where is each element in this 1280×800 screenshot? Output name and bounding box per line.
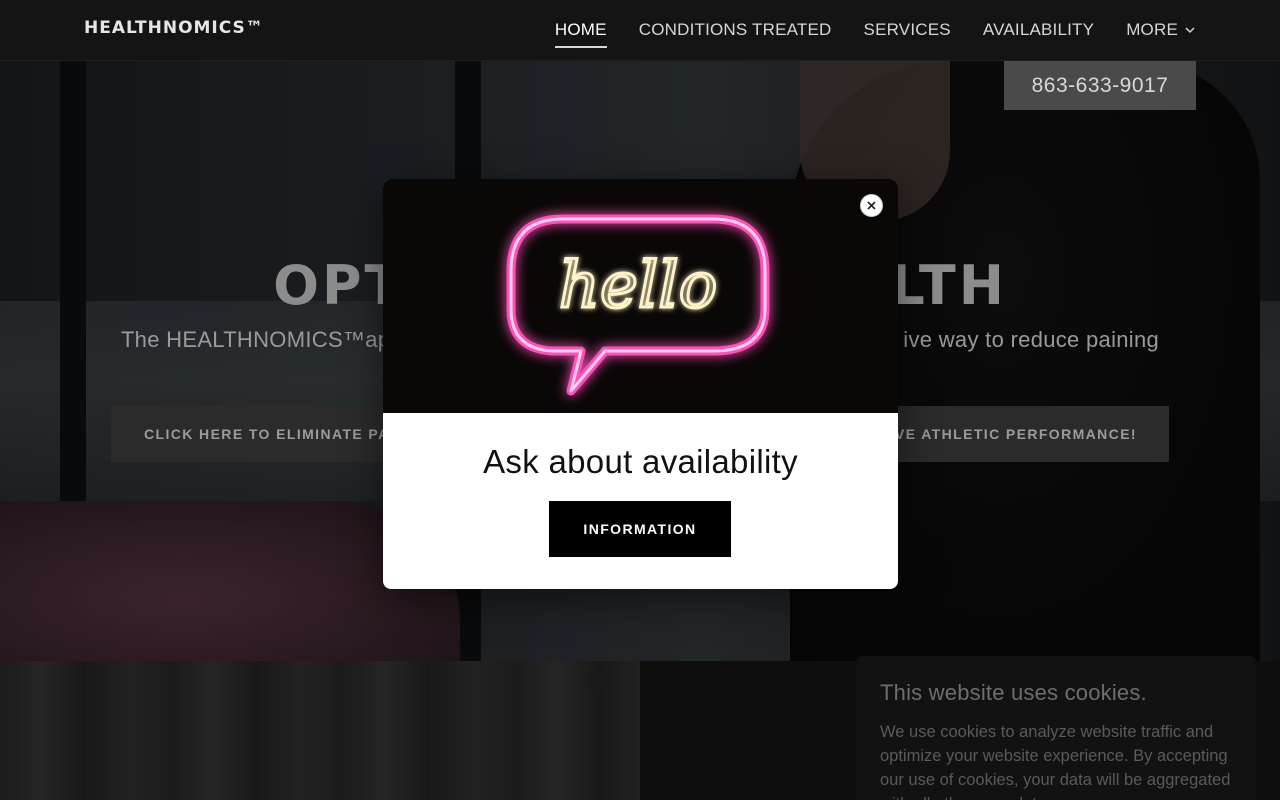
nav-item-more[interactable]: MORE <box>1126 20 1196 46</box>
availability-modal: hello Ask about availability INFORMATION <box>383 179 898 589</box>
cookie-banner-text: We use cookies to analyze website traffi… <box>880 723 1231 800</box>
nav-item-home[interactable]: HOME <box>554 20 607 48</box>
nav-item-services[interactable]: SERVICES <box>864 20 951 46</box>
modal-close-button[interactable] <box>860 194 883 217</box>
top-navigation-bar: HEALTHNOMICS™ HOME CONDITIONS TREATED SE… <box>0 0 1280 61</box>
main-nav: HOME CONDITIONS TREATED SERVICES AVAILAB… <box>554 20 1196 48</box>
curtain-ring <box>588 671 606 689</box>
information-button[interactable]: INFORMATION <box>549 501 731 557</box>
site-logo[interactable]: HEALTHNOMICS™ <box>84 18 264 38</box>
close-icon <box>867 201 876 210</box>
hero-subtitle-right: ive way to reduce paining <box>903 327 1160 352</box>
hello-neon-image: hello <box>383 179 898 413</box>
chevron-down-icon <box>1185 27 1195 34</box>
modal-heading: Ask about availability <box>483 443 798 480</box>
cookie-banner: This website uses cookies. We use cookie… <box>856 656 1256 800</box>
phone-number-button[interactable]: 863-633-9017 <box>1004 61 1196 110</box>
neon-speech-bubble-icon: hello <box>506 214 770 396</box>
nav-item-conditions-treated[interactable]: CONDITIONS TREATED <box>639 20 832 46</box>
neon-hello-text: hello <box>559 249 718 323</box>
hero-subtitle-left: The HEALTHNOMICS™ap <box>120 327 391 352</box>
nav-more-label: MORE <box>1126 20 1178 39</box>
cookie-banner-title: This website uses cookies. <box>880 680 1147 705</box>
nav-item-availability[interactable]: AVAILABILITY <box>983 20 1094 46</box>
hero-title-right: LTH <box>890 254 1007 317</box>
curtain-image <box>0 661 640 800</box>
